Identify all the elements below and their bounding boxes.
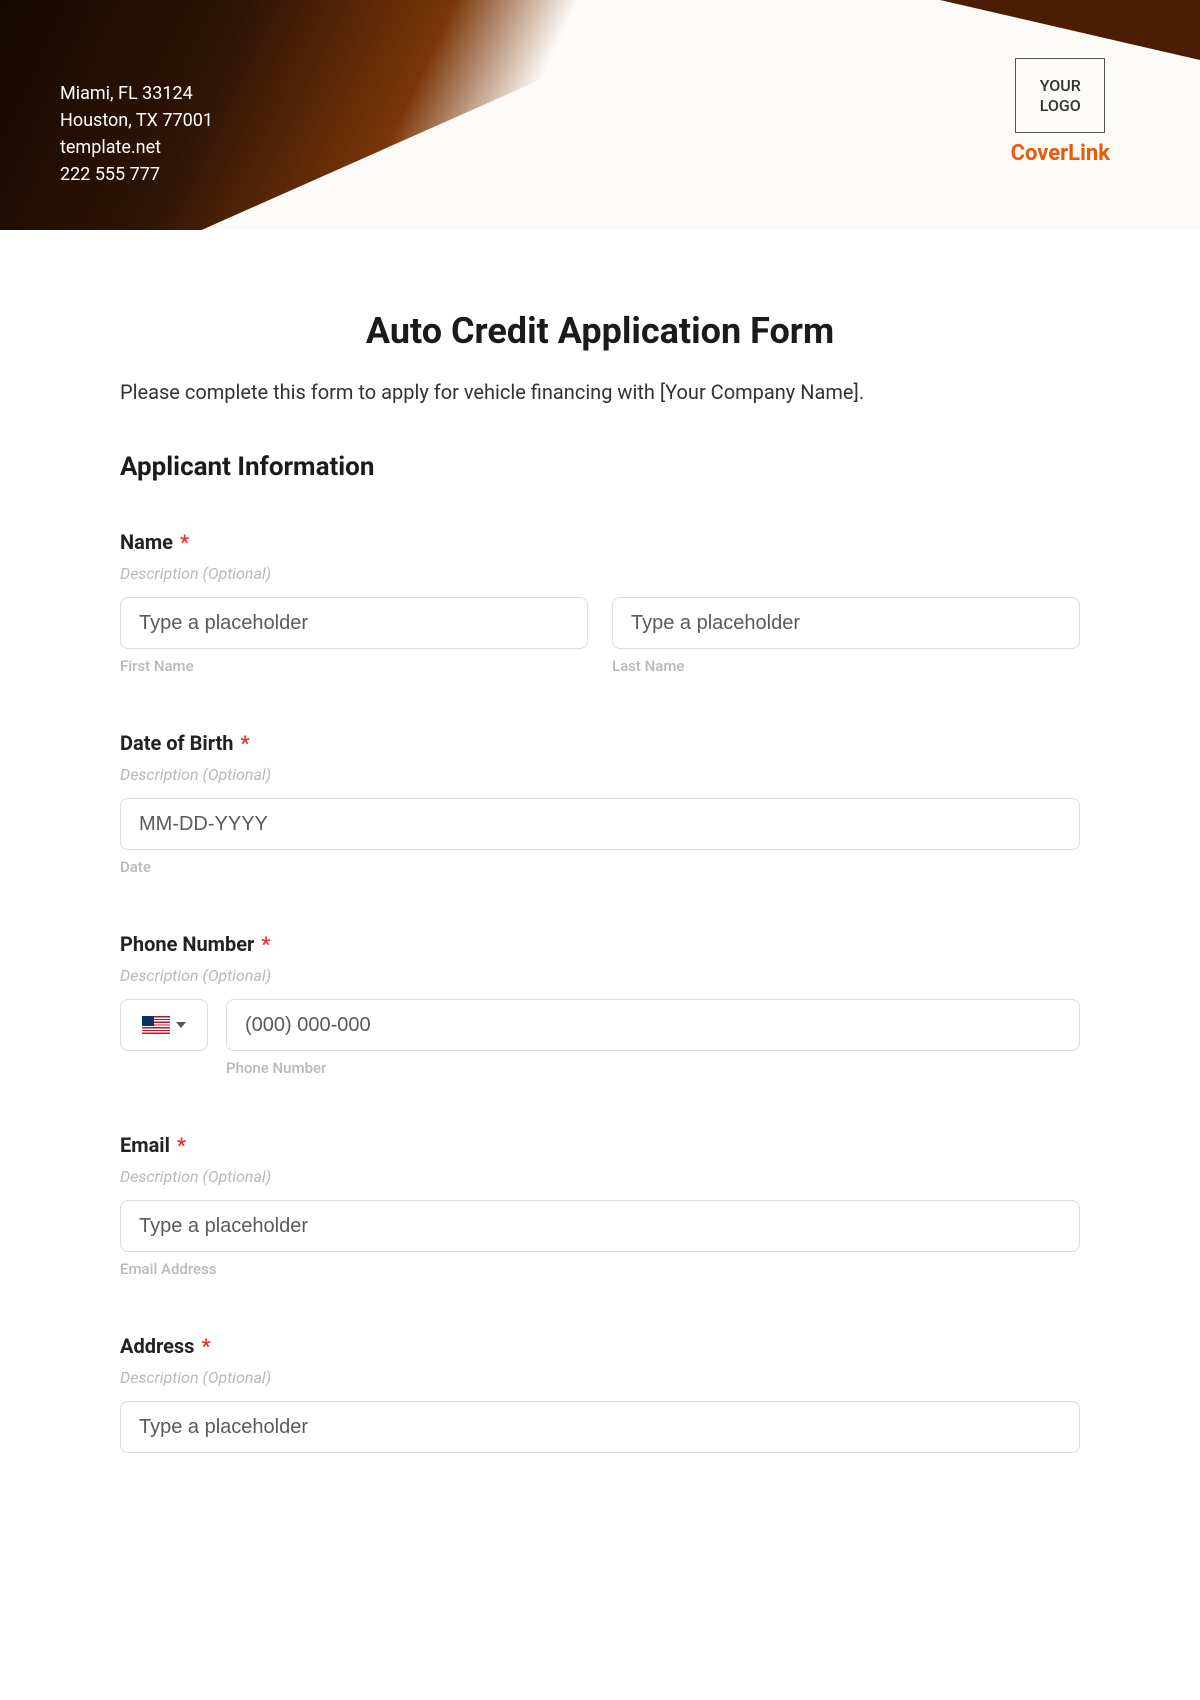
label-email: Email * [120, 1133, 1080, 1157]
required-mark: * [261, 932, 270, 956]
sublabel-date: Date [120, 858, 1080, 876]
field-phone: Phone Number * Description (Optional) Ph… [120, 932, 1080, 1077]
label-text: Phone Number [120, 932, 254, 956]
dob-input[interactable] [120, 798, 1080, 850]
first-name-input[interactable] [120, 597, 588, 649]
sublabel-last-name: Last Name [612, 657, 1080, 675]
chevron-down-icon [176, 1022, 186, 1028]
label-text: Address [120, 1334, 194, 1358]
sublabel-email: Email Address [120, 1260, 1080, 1278]
logo-block: YOUR LOGO CoverLink [1011, 58, 1110, 166]
required-mark: * [177, 1133, 186, 1157]
field-description: Description (Optional) [120, 966, 1080, 985]
label-text: Name [120, 530, 173, 554]
company-info: Miami, FL 33124 Houston, TX 77001 templa… [60, 80, 213, 188]
field-email: Email * Description (Optional) Email Add… [120, 1133, 1080, 1278]
logo-text: YOUR [1040, 76, 1081, 95]
field-description: Description (Optional) [120, 1167, 1080, 1186]
required-mark: * [201, 1334, 210, 1358]
brand-name: CoverLink [1011, 141, 1110, 166]
address-input[interactable] [120, 1401, 1080, 1453]
required-mark: * [180, 530, 189, 554]
country-code-select[interactable] [120, 999, 208, 1051]
label-phone: Phone Number * [120, 932, 1080, 956]
company-line: 222 555 777 [60, 161, 213, 188]
field-name: Name * Description (Optional) First Name… [120, 530, 1080, 675]
page-header: Miami, FL 33124 Houston, TX 77001 templa… [0, 0, 1200, 230]
label-text: Date of Birth [120, 731, 234, 755]
sublabel-phone: Phone Number [226, 1059, 1080, 1077]
us-flag-icon [142, 1016, 170, 1034]
logo-text: LOGO [1040, 96, 1081, 115]
field-description: Description (Optional) [120, 564, 1080, 583]
form-title: Auto Credit Application Form [120, 310, 1080, 352]
phone-input[interactable] [226, 999, 1080, 1051]
field-description: Description (Optional) [120, 765, 1080, 784]
label-dob: Date of Birth * [120, 731, 1080, 755]
email-input[interactable] [120, 1200, 1080, 1252]
field-description: Description (Optional) [120, 1368, 1080, 1387]
company-line: template.net [60, 134, 213, 161]
last-name-input[interactable] [612, 597, 1080, 649]
field-dob: Date of Birth * Description (Optional) D… [120, 731, 1080, 876]
section-title-applicant: Applicant Information [120, 452, 1080, 482]
sublabel-first-name: First Name [120, 657, 588, 675]
company-line: Miami, FL 33124 [60, 80, 213, 107]
field-address: Address * Description (Optional) [120, 1334, 1080, 1453]
label-name: Name * [120, 530, 1080, 554]
logo-placeholder: YOUR LOGO [1015, 58, 1105, 133]
label-text: Email [120, 1133, 170, 1157]
company-line: Houston, TX 77001 [60, 107, 213, 134]
required-mark: * [240, 731, 249, 755]
label-address: Address * [120, 1334, 1080, 1358]
form-intro: Please complete this form to apply for v… [120, 380, 1080, 404]
form-body: Auto Credit Application Form Please comp… [0, 230, 1200, 1493]
